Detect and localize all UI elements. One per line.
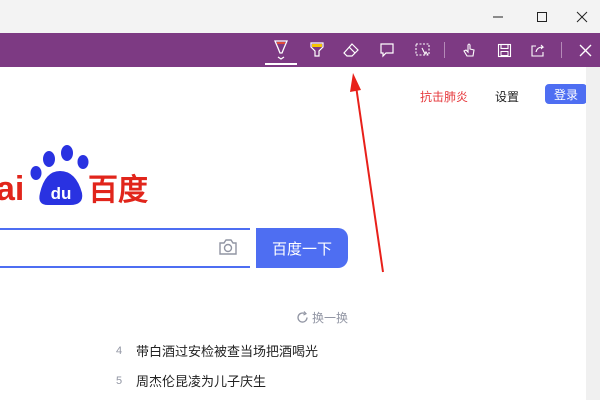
- refresh-hot-button[interactable]: 换一换: [296, 309, 348, 326]
- add-note-button[interactable]: [376, 33, 398, 67]
- eraser-icon: [343, 43, 359, 57]
- minimize-button[interactable]: [478, 0, 518, 33]
- share-note-button[interactable]: [527, 33, 549, 67]
- settings-link[interactable]: 设置: [495, 88, 519, 105]
- refresh-label: 换一换: [312, 311, 349, 325]
- login-button[interactable]: 登录: [545, 84, 586, 104]
- add-note-icon: [380, 43, 394, 58]
- covid-link[interactable]: 抗击肺炎: [420, 88, 468, 105]
- clip-button[interactable]: [412, 33, 434, 67]
- highlighter-button[interactable]: [303, 33, 331, 67]
- highlighter-icon: [310, 42, 324, 57]
- hot-search-item[interactable]: 4 带白酒过安检被查当场把酒喝光: [116, 341, 318, 360]
- minimize-icon: [493, 16, 503, 17]
- baidu-logo: ai du 百度: [0, 143, 180, 213]
- touch-writing-icon: [463, 43, 475, 57]
- hot-text: 带白酒过安检被查当场把酒喝光: [136, 344, 319, 359]
- exit-inking-button[interactable]: [574, 33, 596, 67]
- ink-toolbar: [0, 33, 600, 67]
- active-tool-underline: [265, 63, 297, 65]
- ballpoint-pen-icon: [274, 40, 288, 60]
- toolbar-separator: [561, 42, 562, 58]
- hot-search-item[interactable]: 5 周杰伦昆凌为儿子庆生: [116, 371, 266, 390]
- logo-text-right: 百度: [88, 173, 148, 208]
- logo-text-left: ai: [0, 170, 24, 208]
- hot-rank: 4: [116, 344, 123, 357]
- search-button[interactable]: 百度一下: [256, 228, 348, 268]
- page-scrollbar[interactable]: [586, 67, 600, 400]
- camera-icon: [219, 239, 237, 255]
- clip-icon: [415, 43, 430, 56]
- window-titlebar: [0, 0, 600, 33]
- search-input[interactable]: [0, 228, 250, 268]
- camera-search-button[interactable]: [217, 237, 239, 257]
- eraser-button[interactable]: [340, 33, 362, 67]
- toolbar-separator: [444, 42, 445, 58]
- touch-writing-button[interactable]: [458, 33, 480, 67]
- exit-icon: [579, 44, 591, 56]
- baidu-homepage: 抗击肺炎 设置 登录 ai du 百度 百度一下 换一换 4 带白酒过安检被查当…: [0, 67, 586, 400]
- hot-rank: 5: [116, 374, 123, 387]
- close-icon: [576, 11, 588, 22]
- close-button[interactable]: [562, 0, 600, 33]
- share-icon: [531, 44, 545, 57]
- hot-text: 周杰伦昆凌为儿子庆生: [136, 374, 267, 389]
- maximize-icon: [537, 11, 547, 22]
- logo-paw-text: du: [51, 184, 72, 203]
- save-icon: [497, 43, 511, 57]
- ballpoint-pen-button[interactable]: [266, 33, 296, 67]
- save-note-button[interactable]: [493, 33, 515, 67]
- refresh-icon: [297, 311, 308, 323]
- maximize-button[interactable]: [522, 0, 562, 33]
